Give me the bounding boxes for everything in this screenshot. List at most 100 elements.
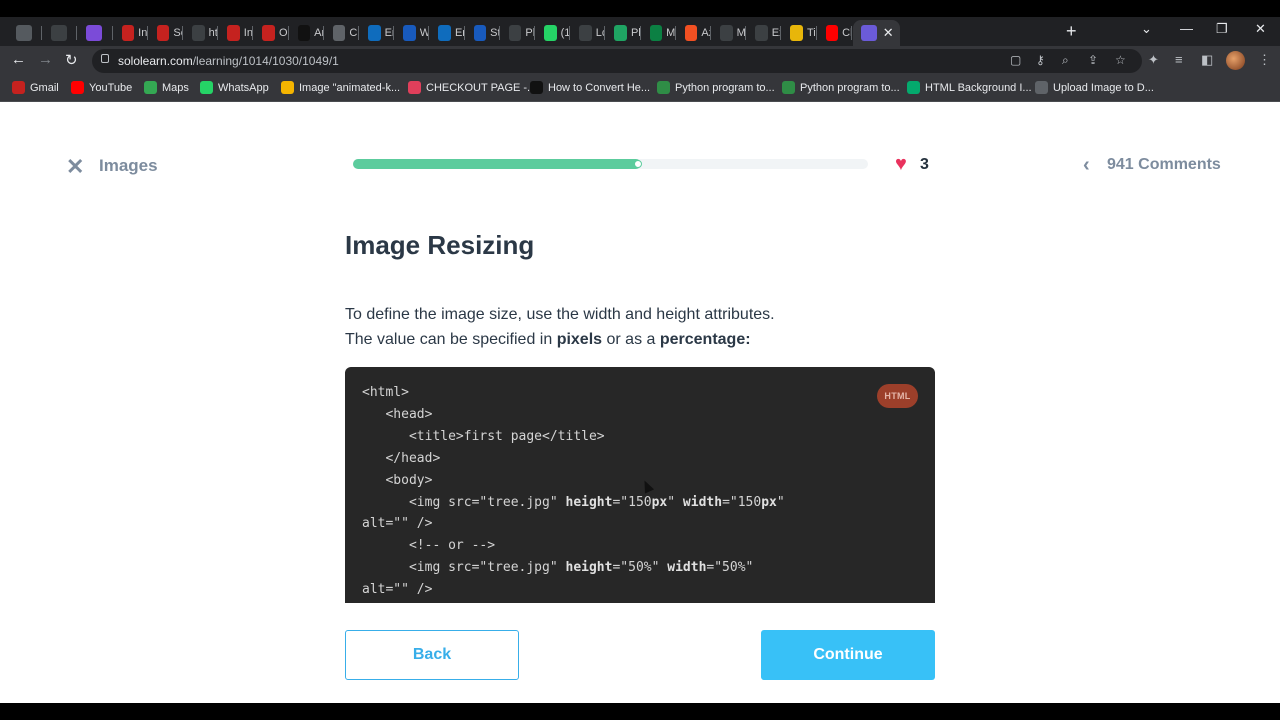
browser-tab[interactable]: (1(: [536, 20, 570, 46]
gmail-icon: [156, 25, 170, 41]
code-line: alt="" />: [362, 516, 432, 531]
key-icon[interactable]: ⚷: [1036, 53, 1045, 67]
zoom-icon[interactable]: ⌕: [1062, 53, 1069, 68]
browser-tab[interactable]: M: [642, 20, 676, 46]
whatsapp-icon: [544, 25, 557, 41]
bookmark-item[interactable]: Maps: [144, 81, 189, 94]
bookmark-item[interactable]: WhatsApp: [200, 81, 269, 94]
browser-tab[interactable]: Or: [254, 20, 288, 46]
browser-tab[interactable]: Inl: [114, 20, 148, 46]
bookmark-item[interactable]: YouTube: [71, 81, 132, 94]
back-button[interactable]: Back: [345, 630, 519, 680]
browser-tab[interactable]: W: [395, 20, 429, 46]
browser-tab[interactable]: Ar: [290, 20, 324, 46]
browser-tab[interactable]: [43, 20, 77, 46]
tab-separator: [780, 26, 782, 40]
browser-tab[interactable]: Cl: [818, 20, 852, 46]
page-icon: [720, 25, 733, 41]
browser-tab[interactable]: Er: [430, 20, 464, 46]
code-line: alt="" />: [362, 582, 432, 597]
code-line: <title>first page</title>: [362, 429, 605, 444]
code-line: <!-- or -->: [362, 538, 495, 553]
bookmark-label: Maps: [162, 81, 189, 94]
browser-tab[interactable]: St: [466, 20, 500, 46]
comments-link[interactable]: 941 Comments: [1107, 156, 1221, 174]
media-icon[interactable]: ≡: [1175, 52, 1183, 67]
reload-icon[interactable]: ↻: [65, 51, 78, 69]
bookmark-item[interactable]: Python program to...: [657, 81, 775, 94]
tab-separator: [358, 26, 359, 40]
install-icon[interactable]: ▢: [1010, 53, 1021, 67]
bookmark-item[interactable]: Python program to...: [782, 81, 900, 94]
google-icon: [51, 25, 68, 41]
browser-tab[interactable]: Se: [149, 20, 183, 46]
bookmark-item[interactable]: Image "animated-k...: [281, 81, 400, 94]
browser-tab[interactable]: [78, 20, 112, 46]
minimize-icon[interactable]: —: [1180, 21, 1193, 36]
code-line: <head>: [362, 407, 432, 422]
bookmark-item[interactable]: Gmail: [12, 81, 59, 94]
browser-tab[interactable]: Pl: [501, 20, 535, 46]
word-icon: [473, 25, 487, 41]
alpha-icon: [530, 81, 543, 94]
bookmark-star-icon[interactable]: ☆: [1115, 53, 1126, 67]
chevron-left-icon[interactable]: ‹: [1083, 154, 1090, 177]
browser-tab[interactable]: ht: [184, 20, 218, 46]
bookmark-item[interactable]: Upload Image to D...: [1035, 81, 1154, 94]
browser-tab[interactable]: [8, 20, 42, 46]
close-lesson-icon[interactable]: ✕: [66, 154, 84, 180]
code-keyword: px: [651, 494, 668, 510]
tab-search-icon[interactable]: ⌄: [1141, 21, 1152, 37]
browser-tab[interactable]: ✕: [852, 20, 900, 46]
menu-icon[interactable]: ⋮: [1258, 52, 1271, 68]
tab-separator: [569, 26, 571, 40]
code-line: <img src="tree.jpg" height="150px" width…: [362, 495, 785, 510]
close-tab-icon[interactable]: ✕: [883, 25, 894, 41]
code-keyword: height: [565, 494, 613, 510]
code-line: <body>: [362, 473, 432, 488]
browser-tab[interactable]: Ex: [747, 20, 781, 46]
new-tab-button[interactable]: +: [1066, 21, 1077, 42]
bookmark-item[interactable]: CHECKOUT PAGE -...: [408, 81, 536, 94]
globe-icon: [1035, 81, 1048, 94]
page-title: Image Resizing: [345, 230, 535, 260]
browser-tab[interactable]: Tin: [782, 20, 816, 46]
lesson-title: Images: [99, 156, 158, 175]
bookmark-item[interactable]: How to Convert He...: [530, 81, 650, 94]
bookmark-item[interactable]: HTML Background I...: [907, 81, 1032, 94]
tab-separator: [182, 26, 183, 40]
code-line: </head>: [362, 451, 440, 466]
browser-tab[interactable]: Er: [360, 20, 394, 46]
gmail-icon: [227, 25, 240, 41]
proton-icon: [86, 25, 103, 41]
tab-separator: [41, 26, 43, 40]
browser-tab[interactable]: Lc: [571, 20, 605, 46]
tab-separator: [815, 26, 817, 40]
continue-button[interactable]: Continue: [761, 630, 935, 680]
bookmarks-bar: Gmail YouTube Maps WhatsApp Image "animated-…: [0, 75, 1280, 102]
lesson-progress-bar: [353, 159, 868, 169]
address-bar[interactable]: sololearn.com/learning/1014/1030/1049/1 …: [92, 49, 1142, 73]
side-panel-icon[interactable]: ◧: [1201, 52, 1213, 68]
restore-icon[interactable]: ❐: [1216, 21, 1228, 37]
back-arrow-icon[interactable]: ←: [11, 51, 26, 68]
forward-arrow-icon[interactable]: →: [38, 51, 53, 68]
tab-separator: [217, 26, 219, 40]
browser-tab[interactable]: Ch: [325, 20, 359, 46]
tab-separator: [498, 26, 500, 40]
lesson-description: To define the image size, use the width …: [345, 302, 775, 352]
code-text: <html>: [362, 385, 409, 400]
extensions-icon[interactable]: ✦: [1148, 52, 1159, 68]
code-line: <html>: [362, 385, 409, 400]
browser-tab[interactable]: M: [712, 20, 746, 46]
browser-tab[interactable]: Az: [677, 20, 711, 46]
close-window-icon[interactable]: ✕: [1255, 21, 1266, 37]
tab-separator: [428, 26, 430, 40]
browser-tab[interactable]: Inl: [219, 20, 253, 46]
profile-avatar[interactable]: [1226, 51, 1245, 70]
share-icon[interactable]: ⇪: [1088, 53, 1098, 67]
word-icon: [403, 25, 416, 41]
browser-tab[interactable]: Ph: [606, 20, 640, 46]
code-block[interactable]: HTML <html> <head> <title>first page</ti…: [345, 367, 935, 603]
code-keyword: px: [761, 494, 777, 510]
